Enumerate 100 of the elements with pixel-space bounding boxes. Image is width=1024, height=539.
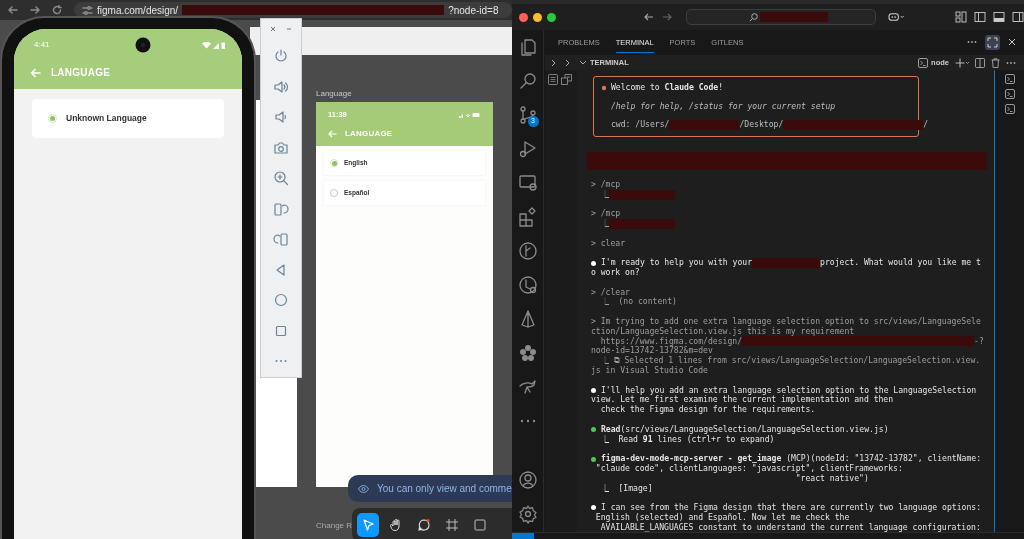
chevron-down-icon[interactable] [579, 59, 587, 66]
radio-button[interactable] [330, 189, 338, 197]
terminal-text: > Im trying to add one extra language selection option to src/views/LanguageSele [591, 316, 981, 327]
terminal-icon[interactable] [1004, 104, 1015, 114]
option-card[interactable]: Unknown Language [32, 99, 224, 138]
frame-label: Language [316, 88, 352, 100]
terminal-text: project. What would you like me t [820, 258, 981, 268]
timeline-icon[interactable] [517, 275, 538, 295]
terminal-text: ction/LanguageSelection.view.js this is my requirement [591, 326, 855, 337]
remote-explorer-icon[interactable] [517, 173, 538, 193]
option-label: Unknown Language [66, 112, 147, 125]
address-bar[interactable]: figma.com/design/ ?node-id=8 [74, 2, 512, 18]
split-icon[interactable] [975, 57, 985, 68]
terminal-text: figma.com/design/ [97, 3, 179, 18]
terminal-text: > /mcp [591, 209, 621, 219]
layout-icon[interactable] [993, 11, 1005, 23]
terminal-text: figma-dev-mode-mcp-server - get_image (MCP)(nodeId: "13742-13782", clientName: [601, 454, 982, 464]
terminal-icon [918, 57, 929, 68]
terminal-text: cwd: /Users/ [611, 120, 670, 131]
welcome-text: Welcome to Claude Code! [611, 82, 724, 93]
terminal-text: ?node-id=8 [448, 3, 499, 18]
move-tool-icon [361, 518, 375, 532]
terminal-text: https://www.figma.com/design/ [600, 336, 743, 347]
back-icon[interactable] [8, 5, 18, 15]
comment-icon [417, 518, 431, 532]
terminal-text: I can see from the Figma design that there are currently two language options: [601, 503, 982, 513]
file-icon[interactable] [548, 74, 558, 85]
rotate-right-icon[interactable] [273, 200, 289, 217]
radio-button[interactable] [48, 114, 57, 123]
terminal-icon[interactable] [1004, 89, 1015, 99]
power-icon[interactable] [273, 48, 289, 64]
window-icon[interactable] [561, 74, 572, 85]
terminal-text: "claude code", clientLanguages: "javascript", clientFrameworks: [594, 463, 903, 474]
status-icons [202, 41, 226, 49]
terminal-text: / [923, 120, 929, 131]
rectangle-tool-icon [473, 518, 487, 532]
terminal-text: "react native") [795, 473, 869, 484]
terminal-text: node-id=13742-13782&m=dev [591, 346, 713, 356]
maximize-icon[interactable] [985, 34, 1000, 50]
copilot-icon[interactable] [887, 12, 905, 22]
redaction-bar [669, 120, 740, 131]
terminal-text: > /mcp [591, 179, 621, 190]
terminal-text: js in Visual Studio Code [591, 365, 708, 376]
terminal-text: I'm ready to help you with your [601, 258, 753, 268]
frame-label: Change R [316, 520, 353, 532]
forward-icon[interactable] [662, 12, 672, 22]
terminal-text: check the Figma design for the requirements. [599, 405, 816, 415]
terminal-text: view. Let me first examine the current implementation and then [591, 395, 894, 405]
search-field[interactable] [686, 9, 876, 25]
volume-down-icon[interactable] [273, 109, 289, 125]
run-debug-icon[interactable] [517, 139, 538, 159]
terminal-text: ⎿ [599, 189, 609, 200]
camera-icon[interactable] [273, 139, 289, 156]
redaction-bar [608, 218, 675, 229]
terminal-text: ⎿ ⧉ Selected 1 lines from src/views/LanguageSelection/LanguageSelection.view. [599, 356, 981, 366]
redaction-bar [752, 258, 821, 269]
terminal-text: -? [974, 336, 984, 347]
terminal-text: Read(src/views/LanguageSelection/LanguageSelection.view.js) [601, 424, 889, 435]
terminal-text: /Desktop/ [739, 120, 784, 131]
terminal-text: ⎿ (no content) [599, 297, 677, 308]
radio-button[interactable] [330, 159, 338, 167]
frame-tool-icon [445, 518, 459, 532]
terminal-text: English (selected) and Español. Now let me check the [594, 512, 850, 523]
back-icon[interactable] [644, 12, 654, 22]
help-text: /help for help, /status for your current setup [610, 101, 837, 112]
trash-icon[interactable] [991, 57, 1000, 68]
rotate-left-icon[interactable] [273, 231, 289, 247]
source-control-icon[interactable] [517, 105, 538, 125]
screen-title: LANGUAGE [51, 66, 111, 80]
layout-icon[interactable] [1012, 11, 1024, 23]
terminal-text: ⎿ Read 91 lines (ctrl+r to expand) [599, 434, 775, 445]
terminal-text: > /clear [591, 287, 630, 297]
flower-icon[interactable] [517, 343, 538, 363]
zoom-in-icon[interactable] [273, 170, 289, 186]
notice-text: You can only view and comme [377, 482, 512, 496]
home-icon[interactable] [273, 292, 289, 308]
terminal-icon[interactable] [1004, 74, 1015, 84]
terminal-text: o work on? [591, 267, 640, 278]
status-time: 4:41 [33, 39, 50, 51]
eye-icon [358, 484, 369, 493]
hand-tool-icon [389, 518, 403, 532]
camera-hole-icon [135, 37, 151, 53]
terminal-text: ⎿ [Image] [599, 483, 653, 494]
extensions-icon[interactable] [517, 207, 538, 227]
screen-title: LANGUAGE [345, 128, 393, 141]
layout-icon[interactable] [974, 11, 986, 23]
layout-icon[interactable] [955, 11, 967, 23]
site-settings-icon[interactable] [82, 5, 93, 15]
settings-icon[interactable] [517, 504, 538, 524]
forward-icon[interactable] [30, 5, 40, 15]
redaction-bar [760, 12, 828, 22]
add-icon[interactable] [955, 57, 969, 68]
tool-button[interactable] [357, 513, 379, 537]
terminal-text: ⎿ [599, 219, 609, 229]
reload-icon[interactable] [52, 5, 62, 15]
terminal-text: AVAILABLE_LANGUAGES constant to understand the current language configuration: [600, 522, 981, 532]
terminal-text: > clear [591, 238, 626, 249]
redaction-bar [608, 189, 675, 200]
terminal-text: I'll help you add an extra language selection option to the LanguageSelection [601, 385, 977, 396]
account-icon[interactable] [517, 470, 538, 490]
